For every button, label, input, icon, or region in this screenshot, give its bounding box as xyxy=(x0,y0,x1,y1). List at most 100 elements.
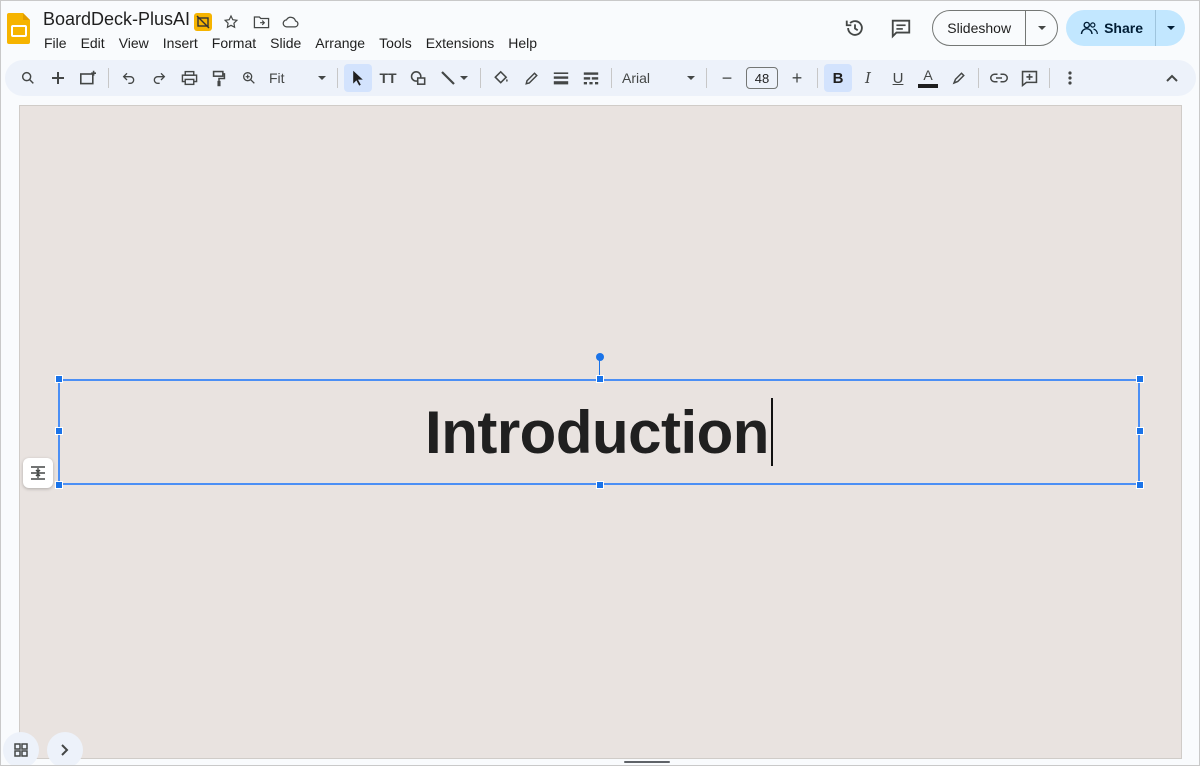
bottom-controls xyxy=(3,732,83,765)
print-button[interactable] xyxy=(175,64,203,92)
resize-handle-mr[interactable] xyxy=(1136,427,1144,435)
decrease-font-size-button[interactable]: − xyxy=(713,64,741,92)
chevron-up-icon xyxy=(1166,74,1178,82)
text-cursor xyxy=(770,398,773,466)
insert-link-button[interactable] xyxy=(985,64,1013,92)
menu-help[interactable]: Help xyxy=(501,33,544,53)
separator xyxy=(706,68,707,88)
slides-logo-icon[interactable] xyxy=(7,11,31,45)
undo-button[interactable] xyxy=(115,64,143,92)
menu-edit[interactable]: Edit xyxy=(74,33,112,53)
vertical-align-icon xyxy=(31,466,45,480)
chevron-right-icon xyxy=(61,744,69,756)
new-slide-layout-button[interactable] xyxy=(74,64,102,92)
fill-color-button[interactable] xyxy=(487,64,515,92)
menu-extensions[interactable]: Extensions xyxy=(419,33,501,53)
resize-handle-tc[interactable] xyxy=(596,375,604,383)
redo-icon xyxy=(153,72,166,84)
text-box-button[interactable]: TT xyxy=(374,64,402,92)
line-button[interactable] xyxy=(434,64,474,92)
add-slide-icon xyxy=(80,70,96,85)
slideshow-split-button: Slideshow xyxy=(932,10,1059,46)
slide-title[interactable]: Introduction xyxy=(425,398,769,467)
line-weight-icon xyxy=(553,72,569,85)
speaker-notes-resize-handle[interactable] xyxy=(624,761,670,763)
plus-icon xyxy=(52,72,64,84)
show-filmstrip-button[interactable] xyxy=(47,732,83,765)
version-history-button[interactable] xyxy=(836,9,874,47)
caret-down-icon xyxy=(318,76,326,80)
pencil-icon xyxy=(524,71,538,85)
italic-button[interactable]: I xyxy=(854,64,882,92)
redo-button[interactable] xyxy=(145,64,173,92)
zoom-button[interactable] xyxy=(235,64,263,92)
collapse-menus-button[interactable] xyxy=(1158,64,1186,92)
border-dash-button[interactable] xyxy=(577,64,605,92)
separator xyxy=(480,68,481,88)
slideshow-button[interactable]: Slideshow xyxy=(933,11,1025,45)
slideshow-dropdown-button[interactable] xyxy=(1025,11,1057,45)
more-options-button[interactable] xyxy=(1056,64,1084,92)
cloud-status-icon[interactable] xyxy=(280,11,302,33)
share-label: Share xyxy=(1104,20,1143,36)
rotate-handle[interactable] xyxy=(596,353,604,361)
history-icon xyxy=(846,20,864,36)
menu-arrange[interactable]: Arrange xyxy=(308,33,372,53)
share-button[interactable]: Share xyxy=(1066,10,1155,46)
comments-button[interactable] xyxy=(882,9,920,47)
separator xyxy=(978,68,979,88)
resize-handle-ml[interactable] xyxy=(55,427,63,435)
shapes-icon xyxy=(410,71,425,85)
font-family-select[interactable]: Arial xyxy=(618,64,700,92)
caret-down-icon xyxy=(687,76,695,80)
shape-button[interactable] xyxy=(404,64,432,92)
menu-insert[interactable]: Insert xyxy=(156,33,205,53)
font-family-value: Arial xyxy=(622,70,651,86)
separator xyxy=(1049,68,1050,88)
more-vert-icon xyxy=(1068,71,1072,85)
menu-view[interactable]: View xyxy=(112,33,156,53)
border-weight-button[interactable] xyxy=(547,64,575,92)
resize-handle-br[interactable] xyxy=(1136,481,1144,489)
insert-comment-button[interactable] xyxy=(1015,64,1043,92)
slides-badge-icon[interactable] xyxy=(194,13,212,31)
search-menus-button[interactable] xyxy=(14,64,42,92)
slide-title-text[interactable]: Introduction xyxy=(58,379,1140,485)
resize-handle-tr[interactable] xyxy=(1136,375,1144,383)
text-tool-icon: TT xyxy=(379,70,397,86)
paint-format-button[interactable] xyxy=(205,64,233,92)
grid-view-button[interactable] xyxy=(3,732,39,765)
document-title[interactable]: BoardDeck-PlusAI xyxy=(43,9,190,30)
border-color-button[interactable] xyxy=(517,64,545,92)
resize-handle-bc[interactable] xyxy=(596,481,604,489)
comment-icon xyxy=(892,19,911,39)
zoom-select[interactable]: Fit xyxy=(265,64,331,92)
new-slide-button[interactable] xyxy=(44,64,72,92)
highlight-color-button[interactable] xyxy=(944,64,972,92)
bold-button[interactable]: B xyxy=(824,64,852,92)
move-folder-icon[interactable] xyxy=(250,11,272,33)
font-size-input[interactable]: 48 xyxy=(746,67,778,89)
underline-button[interactable]: U xyxy=(884,64,912,92)
increase-font-size-button[interactable]: + xyxy=(783,64,811,92)
title-icons xyxy=(194,11,302,33)
share-split-button: Share xyxy=(1066,10,1185,46)
separator xyxy=(817,68,818,88)
star-icon[interactable] xyxy=(220,11,242,33)
caret-down-icon xyxy=(1166,26,1175,30)
menu-format[interactable]: Format xyxy=(205,33,263,53)
menu-file[interactable]: File xyxy=(37,33,74,53)
menu-slide[interactable]: Slide xyxy=(263,33,308,53)
select-tool-button[interactable] xyxy=(344,64,372,92)
highlighter-icon xyxy=(952,71,965,84)
cursor-arrow-icon xyxy=(353,70,363,86)
line-icon xyxy=(441,71,468,85)
vertical-align-button[interactable] xyxy=(23,458,53,488)
share-dropdown-button[interactable] xyxy=(1155,10,1185,46)
menu-tools[interactable]: Tools xyxy=(372,33,419,53)
separator xyxy=(611,68,612,88)
toolbar: Fit TT Arial − 48 + B I U A xyxy=(5,60,1196,96)
resize-handle-bl[interactable] xyxy=(55,481,63,489)
text-color-button[interactable]: A xyxy=(914,64,942,92)
resize-handle-tl[interactable] xyxy=(55,375,63,383)
